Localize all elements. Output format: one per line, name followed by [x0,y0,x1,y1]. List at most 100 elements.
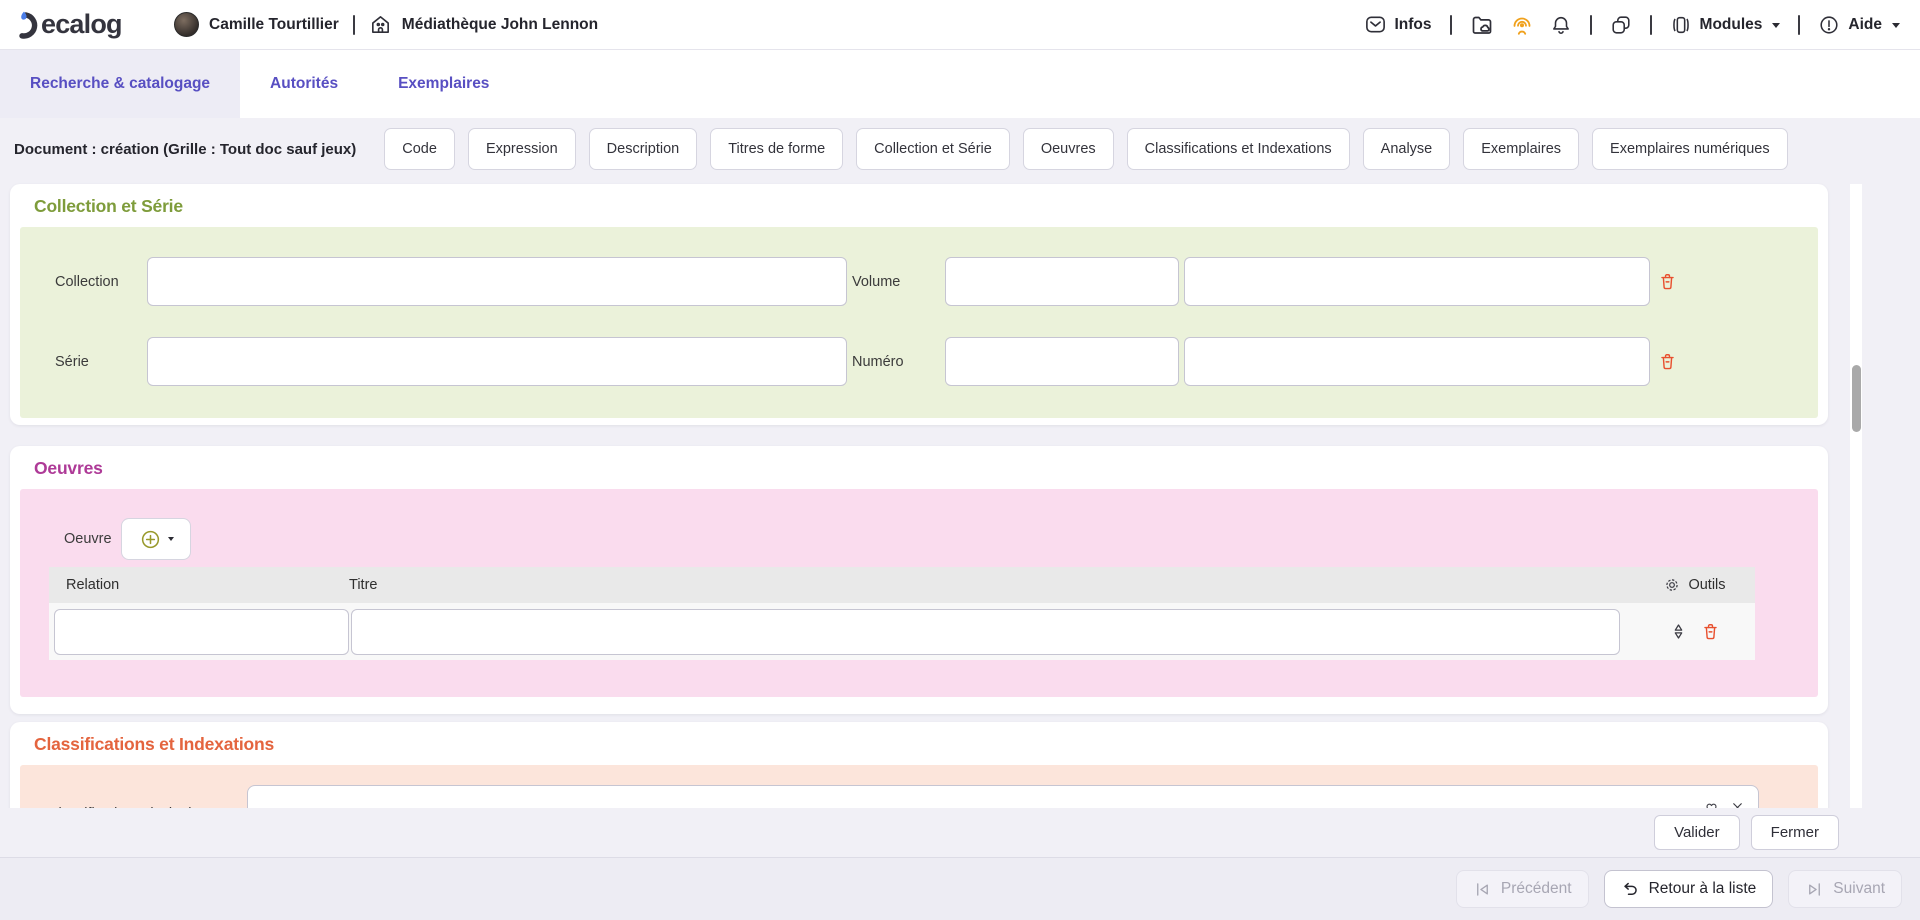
suivant-button[interactable]: Suivant [1788,870,1902,908]
retour-liste-button[interactable]: Retour à la liste [1604,870,1774,908]
aide-label: Aide [1848,16,1882,34]
goto-section-collection-et-s-rie-button[interactable]: Collection et Série [856,128,1010,170]
goto-section-exemplaires-num-riques-button[interactable]: Exemplaires numériques [1592,128,1788,170]
record-nav-bar: Précédent Retour à la liste Suivant [0,857,1920,920]
infos-label: Infos [1395,16,1432,34]
header-divider [1798,15,1800,35]
scrollbar-track[interactable] [1850,184,1862,808]
trash-icon [1658,352,1677,371]
oeuvre-table-row [49,603,1755,660]
goto-section-oeuvres-button[interactable]: Oeuvres [1023,128,1114,170]
section-title-oeuvres: Oeuvres [34,458,1818,479]
serie-extra-input[interactable] [1184,337,1650,386]
aide-menu[interactable]: Aide [1818,14,1900,36]
serie-row: Série Numéro [20,337,1818,386]
retour-liste-label: Retour à la liste [1649,880,1757,898]
modules-menu[interactable]: Modules [1670,14,1781,36]
outils-label: Outils [1688,577,1725,593]
goto-section-code-button[interactable]: Code [384,128,455,170]
tab-recherche-catalogage[interactable]: Recherche & catalogage [0,50,240,118]
user-avatar [174,12,199,37]
volume-label: Volume [847,274,945,290]
column-titre: Titre [349,577,1634,593]
precedent-label: Précédent [1501,880,1572,898]
oeuvres-table-header: Relation Titre Outils [49,567,1755,603]
chevron-down-icon [1772,23,1780,28]
skip-next-icon [1805,880,1824,899]
collection-input[interactable] [147,257,847,306]
section-collection-serie: Collection et Série Collection Volume [10,184,1828,425]
tab-exemplaires[interactable]: Exemplaires [368,50,519,118]
assistance-icon[interactable] [1510,13,1534,37]
titre-input[interactable] [351,609,1620,655]
duplicate-icon[interactable] [1610,14,1632,36]
delete-serie-button[interactable] [1658,352,1677,371]
chevron-down-icon [168,537,174,541]
add-oeuvre-button[interactable] [121,518,191,560]
decalog-logo-icon [16,9,44,41]
header-divider [1450,15,1452,35]
section-title-classifications: Classifications et Indexations [34,734,1818,755]
serie-label: Série [55,354,147,370]
modules-label: Modules [1700,16,1763,34]
tab-autorit-s[interactable]: Autorités [240,50,368,118]
oeuvre-add-row: Oeuvre [20,518,1818,560]
goto-section-titres-de-forme-button[interactable]: Titres de forme [710,128,843,170]
goto-section-exemplaires-button[interactable]: Exemplaires [1463,128,1579,170]
user-name: Camille Tourtillier [209,16,339,34]
document-title: Document : création (Grille : Tout doc s… [14,141,356,158]
delete-oeuvre-row-button[interactable] [1701,622,1720,641]
decalog-logo: ecalog [16,9,174,41]
library-selector: Médiathèque John Lennon [369,13,598,36]
valider-button[interactable]: Valider [1654,815,1740,850]
sort-arrows-icon [1669,622,1688,641]
user-menu[interactable]: Camille Tourtillier [174,12,339,37]
infos-button[interactable]: Infos [1364,13,1432,36]
precedent-button[interactable]: Précédent [1456,870,1589,908]
logo-wordmark: ecalog [41,9,122,40]
numero-label: Numéro [847,354,945,370]
folder-cloud-icon[interactable] [1470,13,1494,37]
document-toolbar: Document : création (Grille : Tout doc s… [0,118,1850,180]
header-divider [353,15,355,35]
section-title-collection: Collection et Série [34,196,1818,217]
goto-section-classifications-et-indexations-button[interactable]: Classifications et Indexations [1127,128,1350,170]
notifications-bell-icon[interactable] [1550,14,1572,36]
delete-collection-button[interactable] [1658,272,1677,291]
trash-icon [1701,622,1720,641]
oeuvres-panel: Oeuvre Relation Titre [20,489,1818,697]
reorder-row-button[interactable] [1669,622,1688,641]
suivant-label: Suivant [1833,880,1885,898]
chevron-down-icon [1892,23,1900,28]
modules-box-icon [1670,14,1692,36]
serie-input[interactable] [147,337,847,386]
column-outils: Outils [1634,576,1755,594]
volume-input[interactable] [945,257,1179,306]
plus-circle-icon [139,528,162,551]
goto-section-analyse-button[interactable]: Analyse [1363,128,1451,170]
mail-icon [1364,13,1387,36]
goto-section-expression-button[interactable]: Expression [468,128,576,170]
collection-row: Collection Volume [20,257,1818,306]
relation-input[interactable] [54,609,349,655]
collection-label: Collection [55,274,147,290]
header-divider [1650,15,1652,35]
scrollbar-thumb[interactable] [1852,365,1861,432]
collection-panel: Collection Volume Série Numéro [20,227,1818,418]
fermer-button[interactable]: Fermer [1751,815,1839,850]
library-name: Médiathèque John Lennon [402,16,598,34]
collection-extra-input[interactable] [1184,257,1650,306]
catalog-form: Collection et Série Collection Volume [0,180,1920,920]
skip-previous-icon [1473,880,1492,899]
column-relation: Relation [49,577,349,593]
header-divider [1590,15,1592,35]
app-header: ecalog Camille Tourtillier Médiathèque J… [0,0,1920,50]
return-arrow-icon [1621,880,1640,899]
numero-input[interactable] [945,337,1179,386]
goto-section-description-button[interactable]: Description [589,128,698,170]
gear-icon [1663,576,1681,594]
oeuvre-label: Oeuvre [64,531,121,547]
library-icon [369,13,392,36]
oeuvres-table: Relation Titre Outils [49,567,1755,660]
trash-icon [1658,272,1677,291]
